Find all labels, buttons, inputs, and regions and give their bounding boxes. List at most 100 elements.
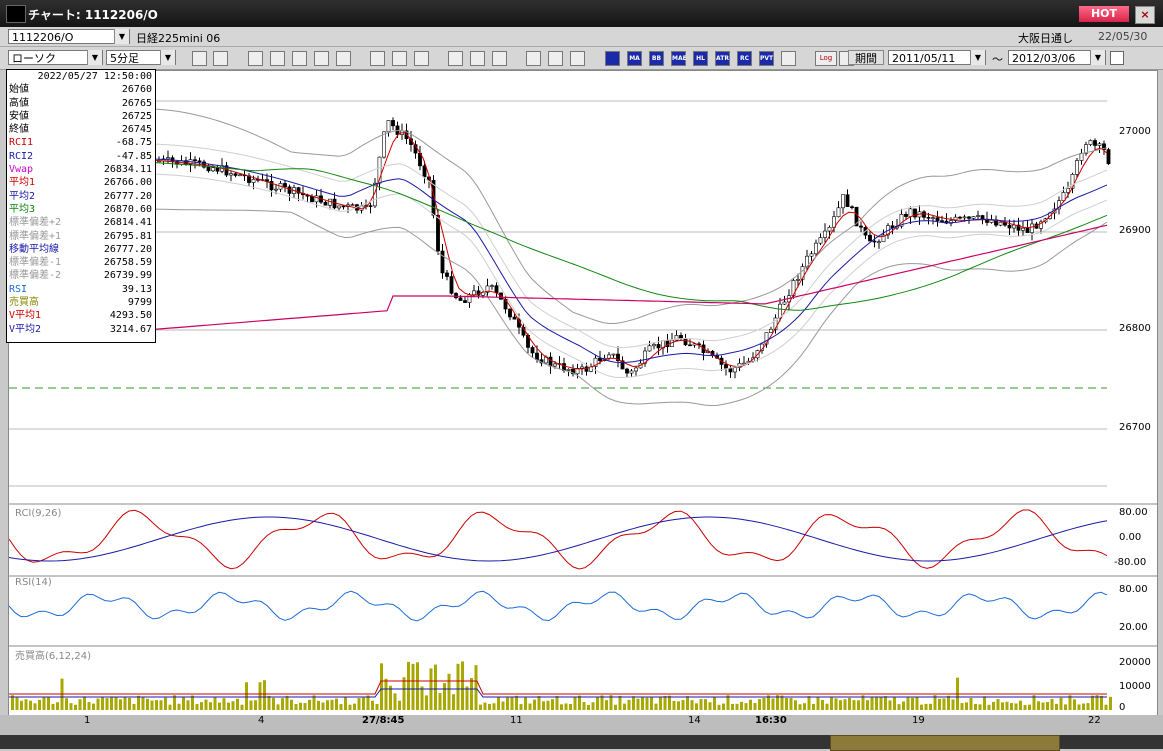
indicator-atr-button[interactable]: ATR [715,51,730,66]
period-button[interactable]: 期間 [848,50,884,65]
undo-icon[interactable] [414,51,429,66]
candle-body [386,120,391,133]
info-row-key: 平均2 [9,190,36,202]
volume-bar [888,700,892,710]
volume-bar [20,700,23,710]
chart-type-select[interactable]: ローソク ▼ [8,50,103,65]
color-icon[interactable] [570,51,585,66]
candle-body [733,367,737,373]
volume-bar [92,703,95,710]
ma3-line [9,159,1108,311]
candle-body [1106,149,1111,165]
pointer-icon[interactable] [248,51,263,66]
info-row-key: 平均3 [9,203,36,215]
volume-bar [636,698,640,710]
info-row-value: -47.85 [115,150,152,162]
volume-bar [866,700,869,710]
chevron-down-icon[interactable]: ▼ [1090,50,1105,65]
volume-bar [780,695,784,710]
start-date-input[interactable]: 2011/05/11 ▼ [888,50,986,65]
candle-body [742,362,746,365]
volume-bar [677,701,680,710]
candle-body [508,308,512,318]
cursor-icon[interactable] [392,51,407,66]
volume-bar [335,698,338,710]
candle-icon[interactable] [314,51,329,66]
volume-bar [960,703,964,710]
candle-body [625,368,629,374]
volume-bar [501,701,505,710]
ma1-line [9,131,1108,370]
volume-bar [105,698,109,710]
volume-bar [722,703,725,710]
volume-bar [254,700,257,710]
chevron-down-icon[interactable]: ▼ [970,50,985,65]
x-tick-4: 4 [258,715,265,726]
candle-body [193,159,197,162]
volume-bar [1068,695,1072,710]
warning-icon[interactable] [336,51,351,66]
volume-bar [227,702,230,710]
bar-chart-icon[interactable] [292,51,307,66]
candle-body [1093,140,1097,146]
volume-bar [438,693,442,710]
x-tick-1630: 16:30 [755,715,787,726]
volume-bar [416,662,419,710]
volume-bar [155,700,158,710]
chevron-down-icon[interactable]: ▼ [160,50,175,65]
volume-bar [236,698,239,710]
info-rows: 始値 26760 高値 26765 安値 26725 終値 26745 RCI1 -68.75 RC… [7,83,155,336]
info-row-value: 26758.59 [103,257,152,269]
indicator-vol-icon[interactable] [605,51,620,66]
search-icon[interactable] [270,51,285,66]
candle-body [940,220,944,222]
info-timestamp: 2022/05/27 12:50:00 [37,71,152,82]
volume-bar [537,696,541,710]
candle-body [1079,153,1084,161]
chevron-down-icon[interactable]: ▼ [114,29,129,44]
volume-bar [830,697,833,710]
info-row-value: 26870.60 [103,203,152,215]
all-icon[interactable] [492,51,507,66]
volume-bar [317,700,320,710]
volume-bar [1028,704,1031,710]
indicator-rc-button[interactable]: RC [737,51,752,66]
indicator-mae-button[interactable]: MAE [671,51,687,66]
volume-bar [951,699,955,710]
save-icon[interactable] [781,51,796,66]
period-checkbox[interactable] [1110,51,1124,65]
delete-icon[interactable] [470,51,485,66]
settings-icon[interactable] [526,51,541,66]
volume-bar [947,695,950,710]
info-row-value: 4293.50 [109,310,152,322]
wrench-icon[interactable] [548,51,563,66]
indicator-hl-button[interactable]: HL [693,51,708,66]
log-button[interactable]: Log [815,51,837,66]
pen-icon[interactable] [370,51,385,66]
indicator-pvt-button[interactable]: PVT [759,51,774,66]
chevron-down-icon[interactable]: ▼ [87,50,102,65]
volume-bar [771,698,775,710]
end-date-input[interactable]: 2012/03/06 ▼ [1008,50,1106,65]
chart-area[interactable]: 27000 26900 26800 26700 RCI(9,26) 80.00 … [8,70,1158,716]
volume-bar [812,703,815,710]
candle-body [1007,224,1012,229]
frame-icon[interactable] [448,51,463,66]
session-label: 大阪日通し [1018,32,1073,45]
hot-button[interactable]: HOT [1079,6,1129,22]
crosshair-icon[interactable] [213,51,228,66]
chart-svg[interactable] [9,71,1157,715]
candle-body [206,166,211,172]
volume-bar [380,663,383,710]
volume-bar [596,696,599,710]
candle-body [1066,188,1070,193]
volume-bar [902,701,905,710]
interval-select[interactable]: 5分足 ▼ [106,50,176,65]
candle-body [683,338,688,346]
symbol-input[interactable]: 1112206/O ▼ [8,29,130,44]
close-icon[interactable]: × [1135,6,1155,24]
zoom-icon[interactable] [192,51,207,66]
indicator-ma-button[interactable]: MA [627,51,642,66]
indicator-bb-button[interactable]: BB [649,51,664,66]
candle-body [350,204,355,206]
